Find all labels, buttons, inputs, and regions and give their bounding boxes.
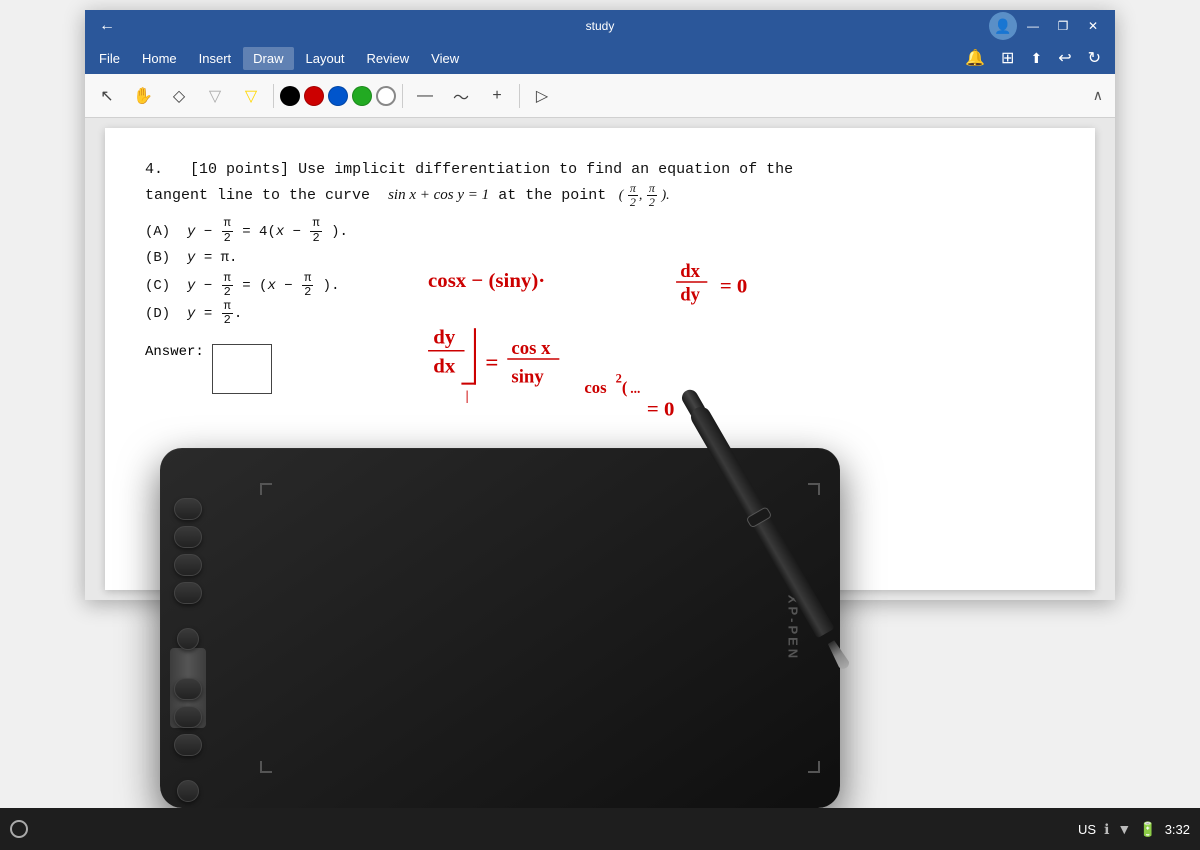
curve-tool[interactable]: 〜	[445, 80, 477, 112]
share-icon[interactable]: ⬆	[1026, 48, 1046, 69]
tablet-button-8[interactable]	[177, 780, 199, 802]
restore-button[interactable]: ❐	[1049, 12, 1077, 40]
window-title: study	[586, 19, 615, 33]
taskbar: US ℹ ▼ 🔋 3:32	[0, 808, 1200, 850]
window-controls: 👤 — ❐ ✕	[989, 12, 1107, 40]
taskbar-battery-icon: 🔋	[1139, 821, 1156, 838]
application-window: ← study 👤 — ❐ ✕ File Home Insert Draw La…	[85, 10, 1115, 600]
taskbar-clock: 3:32	[1165, 822, 1190, 837]
choice-c: (C) y − π2 = (x − π2 ).	[145, 272, 1055, 300]
choice-b: (B) y = π.	[145, 245, 1055, 272]
grid-icon[interactable]: ⊞	[997, 46, 1018, 70]
problem-curve-text: tangent line to the curve	[145, 187, 379, 204]
tablet-grip	[170, 648, 206, 728]
menubar: File Home Insert Draw Layout Review View…	[85, 42, 1115, 74]
taskbar-right: US ℹ ▼ 🔋 3:32	[1078, 821, 1190, 838]
tablet-brand-label: XP-PEN	[785, 595, 800, 661]
menu-review[interactable]: Review	[357, 47, 420, 70]
taskbar-arrow-icon: ▼	[1117, 821, 1131, 837]
redo-icon[interactable]: ↻	[1084, 46, 1105, 70]
menu-draw[interactable]: Draw	[243, 47, 293, 70]
bell-icon[interactable]: 🔔	[961, 46, 989, 70]
choice-c-label: (C) y − π2 = (x − π2 ).	[145, 278, 340, 294]
select-tool[interactable]: ↖	[91, 80, 123, 112]
color-white[interactable]	[376, 86, 396, 106]
pen-tip	[826, 639, 851, 671]
menu-view[interactable]: View	[421, 47, 469, 70]
menubar-right-icons: 🔔 ⊞ ⬆ ↩ ↻	[961, 46, 1111, 70]
titlebar: ← study 👤 — ❐ ✕	[85, 10, 1115, 42]
problem-points: [10 points]	[190, 161, 289, 178]
tablet-button-7[interactable]	[174, 734, 202, 756]
choice-d-label: (D) y = π2.	[145, 306, 242, 322]
taskbar-start[interactable]	[10, 820, 28, 838]
document-area: 4. [10 points] Use implicit differentiat…	[85, 118, 1115, 600]
answer-box[interactable]	[212, 344, 272, 394]
problem-equation: sin x + cos y = 1	[388, 187, 489, 203]
problem-instruction: Use implicit differentiation to find an …	[298, 161, 793, 178]
color-black[interactable]	[280, 86, 300, 106]
answer-label: Answer:	[145, 344, 204, 360]
taskbar-language: US	[1078, 822, 1096, 837]
eraser-tool[interactable]: ◇	[163, 80, 195, 112]
highlighter-tool[interactable]: ▽	[199, 80, 231, 112]
problem-number: 4.	[145, 161, 181, 178]
color-blue[interactable]	[328, 86, 348, 106]
problem-text: 4. [10 points] Use implicit differentiat…	[145, 158, 1055, 209]
pen-tool[interactable]: ▽	[235, 80, 267, 112]
minimize-button[interactable]: —	[1019, 12, 1047, 40]
color-green[interactable]	[352, 86, 372, 106]
document-page: 4. [10 points] Use implicit differentiat…	[105, 128, 1095, 590]
choice-d: (D) y = π2.	[145, 300, 1055, 328]
at-the-point-text: at the point	[498, 187, 606, 204]
add-tool[interactable]: +	[481, 80, 513, 112]
toolbar-collapse-button[interactable]: ∧	[1087, 85, 1109, 106]
svg-text:= 0: = 0	[647, 399, 674, 421]
color-red[interactable]	[304, 86, 324, 106]
toolbar-separator-3	[519, 84, 520, 108]
taskbar-info-icon: ℹ	[1104, 821, 1109, 838]
back-button[interactable]: ←	[93, 12, 121, 40]
line-tool[interactable]: —	[409, 80, 441, 112]
undo-icon[interactable]: ↩	[1054, 46, 1075, 70]
answer-section: Answer:	[145, 344, 1055, 394]
draw-toolbar: ↖ ✋ ◇ ▽ ▽ — 〜 + ▷ ∧	[85, 74, 1115, 118]
choice-b-label: (B) y = π.	[145, 250, 237, 266]
insert-tool[interactable]: ▷	[526, 80, 558, 112]
corner-bl	[260, 761, 272, 773]
menu-layout[interactable]: Layout	[296, 47, 355, 70]
menu-insert[interactable]: Insert	[189, 47, 242, 70]
menu-file[interactable]: File	[89, 47, 130, 70]
problem-point: ( π2, π2 ).	[615, 188, 669, 203]
lasso-tool[interactable]: ✋	[127, 80, 159, 112]
user-avatar[interactable]: 👤	[989, 12, 1017, 40]
choices-list: (A) y − π2 = 4(x − π2 ). (B) y = π. (C) …	[145, 217, 1055, 328]
choice-a-label: (A) y − π2 = 4(x − π2 ).	[145, 224, 348, 240]
tablet-button-scroll[interactable]	[177, 628, 199, 650]
tablet-button-5[interactable]	[174, 678, 202, 700]
corner-br	[808, 761, 820, 773]
toolbar-separator-1	[273, 84, 274, 108]
choice-a: (A) y − π2 = 4(x − π2 ).	[145, 217, 1055, 245]
menu-home[interactable]: Home	[132, 47, 187, 70]
close-button[interactable]: ✕	[1079, 12, 1107, 40]
tablet-button-6[interactable]	[174, 706, 202, 728]
toolbar-separator-2	[402, 84, 403, 108]
